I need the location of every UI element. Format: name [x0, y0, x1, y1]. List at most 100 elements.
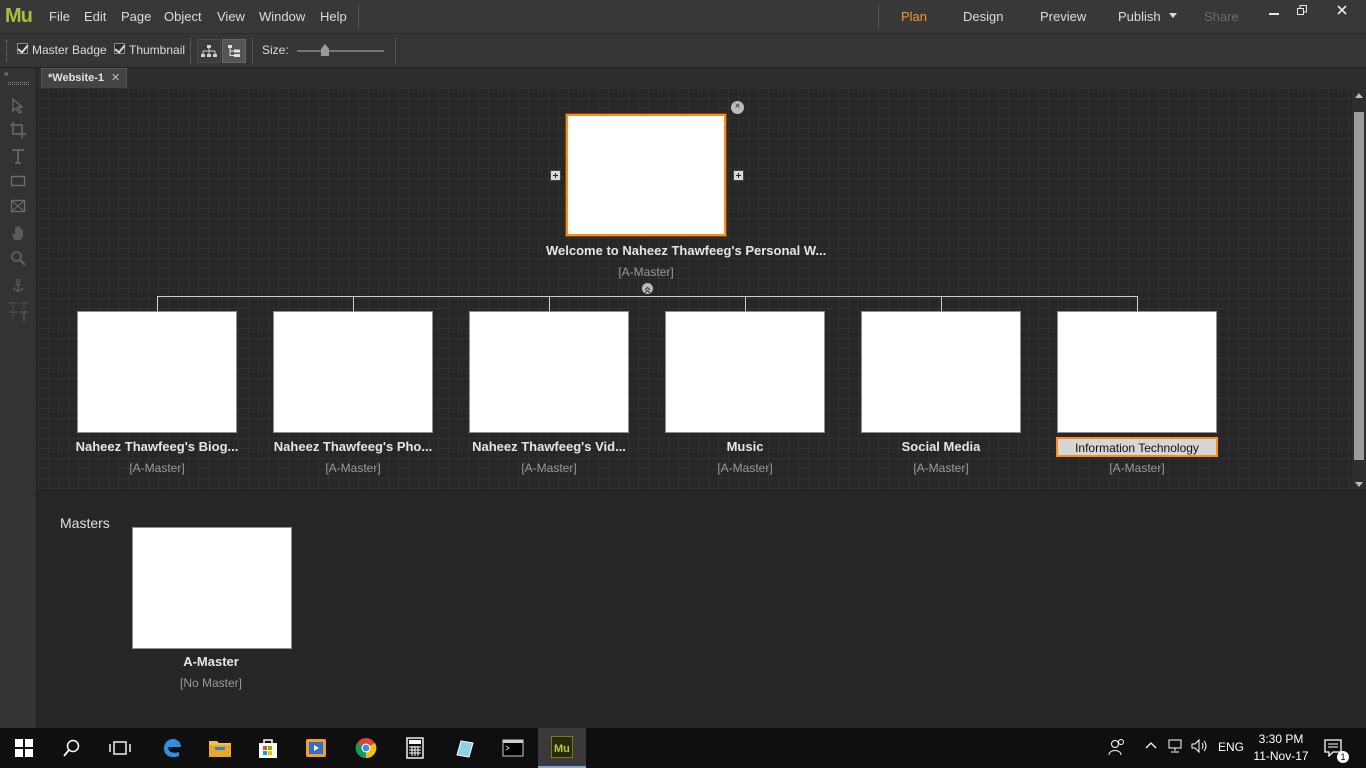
- menu-window[interactable]: Window: [259, 9, 305, 24]
- start-button[interactable]: [0, 728, 48, 768]
- tools-panel: »: [0, 68, 37, 728]
- rectangle-tool[interactable]: [8, 171, 28, 191]
- close-icon: [1337, 5, 1347, 15]
- scroll-up-icon[interactable]: [1355, 93, 1363, 98]
- menu-object[interactable]: Object: [164, 9, 202, 24]
- master-page-title[interactable]: A-Master: [111, 654, 311, 669]
- page-title[interactable]: Naheez Thawfeeg's Biog...: [57, 439, 257, 454]
- menu-page[interactable]: Page: [121, 9, 151, 24]
- mode-preview[interactable]: Preview: [1040, 9, 1086, 24]
- scroll-down-icon[interactable]: [1355, 482, 1363, 487]
- size-slider-track[interactable]: [297, 50, 384, 52]
- taskbar-store[interactable]: [244, 728, 292, 768]
- taskbar-media-player[interactable]: [292, 728, 340, 768]
- clock-time[interactable]: 3:30 PM: [1254, 732, 1308, 746]
- page-thumbnail[interactable]: [665, 311, 825, 433]
- list-tree-icon: [228, 45, 240, 57]
- minimize-button[interactable]: [1260, 0, 1288, 20]
- volume-icon[interactable]: [1190, 738, 1210, 759]
- taskbar-calculator[interactable]: [391, 728, 439, 768]
- taskbar-file-explorer[interactable]: [196, 728, 244, 768]
- network-icon[interactable]: [1166, 738, 1184, 759]
- page-thumbnail[interactable]: [273, 311, 433, 433]
- home-page-thumbnail[interactable]: [566, 114, 726, 236]
- document-tab-strip: [37, 68, 1366, 88]
- hand-tool[interactable]: [8, 223, 28, 243]
- mode-publish[interactable]: Publish: [1118, 9, 1161, 24]
- page-master: [A-Master]: [325, 461, 381, 475]
- notification-count-badge: 1: [1337, 751, 1349, 763]
- panel-grip[interactable]: [6, 40, 9, 62]
- add-sibling-right-icon[interactable]: [733, 170, 744, 181]
- publish-dropdown-icon[interactable]: [1169, 13, 1177, 18]
- delete-page-icon[interactable]: ×: [731, 101, 744, 114]
- mode-share: Share: [1204, 9, 1239, 24]
- restore-button[interactable]: [1288, 0, 1316, 20]
- page-title[interactable]: Social Media: [841, 439, 1041, 454]
- anchor-icon: [12, 278, 24, 292]
- page-thumbnail[interactable]: [861, 311, 1021, 433]
- store-bag-icon: [259, 739, 277, 758]
- people-icon[interactable]: [1108, 738, 1126, 761]
- control-divider: [395, 38, 396, 64]
- clock-date[interactable]: 11-Nov-17: [1250, 749, 1312, 763]
- text-frame-tool[interactable]: [8, 302, 28, 322]
- taskbar-command-prompt[interactable]: [489, 728, 537, 768]
- add-sibling-left-icon[interactable]: [550, 170, 561, 181]
- tree-view-button[interactable]: [197, 39, 221, 63]
- page-thumbnail[interactable]: [1057, 311, 1217, 433]
- menu-help[interactable]: Help: [320, 9, 347, 24]
- crop-icon: [10, 122, 26, 138]
- taskbar-chrome[interactable]: [342, 728, 390, 768]
- thumbnail-checkbox[interactable]: [114, 43, 125, 54]
- mode-design[interactable]: Design: [963, 9, 1003, 24]
- svg-text:Mu: Mu: [554, 743, 570, 755]
- page-title[interactable]: Music: [645, 439, 845, 454]
- crop-tool[interactable]: [8, 120, 28, 140]
- task-view-button[interactable]: [96, 728, 144, 768]
- page-thumbnail[interactable]: [77, 311, 237, 433]
- home-page-title[interactable]: Welcome to Naheez Thawfeeg's Personal W.…: [546, 243, 826, 258]
- anchor-tool[interactable]: [8, 276, 28, 296]
- collapse-children-icon[interactable]: [642, 283, 653, 294]
- master-badge-checkbox[interactable]: [17, 43, 28, 54]
- text-tool[interactable]: [8, 146, 28, 166]
- rectangle-frame-tool[interactable]: [8, 196, 28, 216]
- menu-view[interactable]: View: [217, 9, 245, 24]
- taskbar-muse[interactable]: Mu: [538, 728, 586, 768]
- sitemap-tree-icon: [201, 45, 217, 57]
- search-icon: [63, 739, 80, 757]
- tray-chevron-up-icon[interactable]: [1144, 738, 1158, 757]
- master-page-thumbnail[interactable]: [132, 527, 292, 649]
- scrollbar-thumb[interactable]: [1354, 112, 1364, 460]
- list-view-button[interactable]: [222, 39, 246, 63]
- selection-tool[interactable]: [8, 96, 28, 116]
- tab-close-icon[interactable]: ✕: [111, 71, 120, 84]
- panel-grip[interactable]: [8, 82, 29, 85]
- taskbar-tablet-app[interactable]: [440, 728, 488, 768]
- media-player-icon: [306, 739, 326, 757]
- menu-edit[interactable]: Edit: [84, 9, 106, 24]
- input-language[interactable]: ENG: [1218, 740, 1244, 754]
- taskbar-edge[interactable]: [148, 728, 196, 768]
- chrome-icon: [355, 738, 377, 759]
- page-title[interactable]: Naheez Thawfeeg's Vid...: [449, 439, 649, 454]
- zoom-tool[interactable]: [8, 248, 28, 268]
- close-button[interactable]: [1324, 0, 1360, 20]
- panel-collapse-icon[interactable]: »: [4, 69, 8, 78]
- terminal-icon: [502, 739, 524, 757]
- menu-bar: Mu File Edit Page Object View Window Hel…: [0, 0, 1366, 34]
- sitemap-connector: [157, 296, 1138, 297]
- control-bar: Master Badge Thumbnail Size:: [0, 34, 1366, 68]
- page-title[interactable]: Naheez Thawfeeg's Pho...: [253, 439, 453, 454]
- thumbnail-label: Thumbnail: [129, 43, 186, 57]
- mode-plan[interactable]: Plan: [901, 9, 927, 24]
- search-button[interactable]: [48, 728, 96, 768]
- menu-file[interactable]: File: [49, 9, 70, 24]
- sitemap-connector: [549, 296, 550, 311]
- page-title-edit-field[interactable]: Information Technology: [1056, 437, 1218, 457]
- page-thumbnail[interactable]: [469, 311, 629, 433]
- minimize-icon: [1269, 13, 1279, 15]
- muse-app-icon: Mu: [551, 736, 573, 758]
- page-master: [A-Master]: [913, 461, 969, 475]
